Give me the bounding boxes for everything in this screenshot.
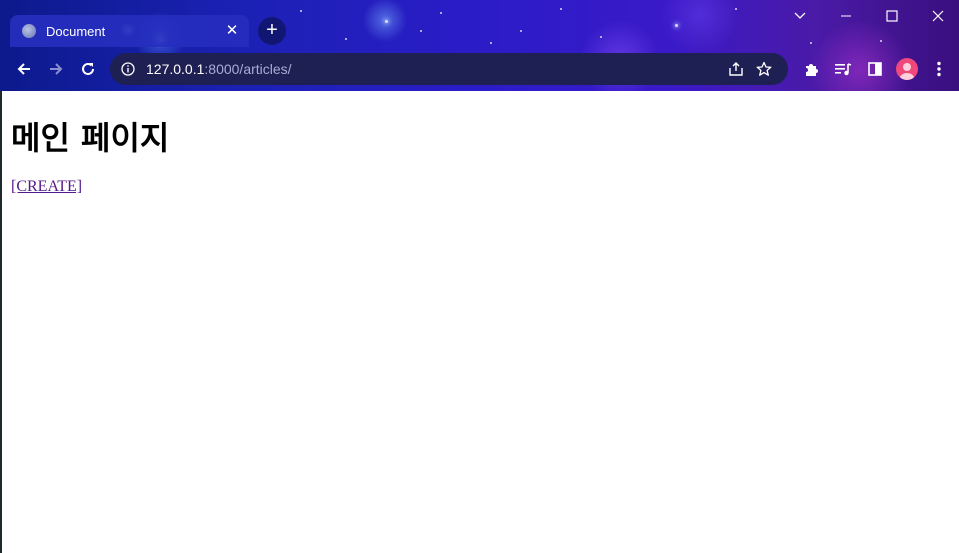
share-button[interactable] xyxy=(722,55,750,83)
back-button[interactable] xyxy=(10,55,38,83)
share-icon xyxy=(729,62,743,76)
url-path: :8000/articles/ xyxy=(204,61,292,77)
reading-list-button[interactable] xyxy=(829,55,857,83)
minimize-button[interactable] xyxy=(823,0,869,32)
star-decoration xyxy=(880,40,882,42)
close-window-button[interactable] xyxy=(915,0,959,32)
minimize-icon xyxy=(841,15,851,17)
create-link[interactable]: [CREATE] xyxy=(11,178,82,196)
browser-chrome: Document ✕ + 127.0.0.1:8000/articles/ xyxy=(0,0,959,91)
reload-button[interactable] xyxy=(74,55,102,83)
tab-search-button[interactable] xyxy=(777,0,823,32)
page-title: 메인 페이지 xyxy=(11,119,170,157)
forward-button[interactable] xyxy=(42,55,70,83)
star-decoration xyxy=(600,36,602,38)
star-decoration xyxy=(810,42,812,44)
tab-title: Document xyxy=(46,23,106,39)
profile-button[interactable] xyxy=(893,55,921,83)
extensions-icon xyxy=(806,64,818,76)
extensions-button[interactable] xyxy=(797,55,825,83)
star-decoration xyxy=(300,10,302,12)
page-content: 메인 페이지 [CREATE] xyxy=(2,91,959,553)
star-decoration xyxy=(560,8,562,10)
star-decoration xyxy=(735,8,737,10)
new-tab-button[interactable]: + xyxy=(258,17,286,45)
url-text[interactable]: 127.0.0.1:8000/articles/ xyxy=(146,61,722,77)
address-bar[interactable]: 127.0.0.1:8000/articles/ xyxy=(110,53,788,85)
reading-list-icon xyxy=(835,63,852,76)
star-decoration xyxy=(440,12,442,14)
side-panel-icon xyxy=(868,62,882,76)
close-icon xyxy=(932,10,944,22)
chevron-down-icon xyxy=(794,12,806,19)
star-icon xyxy=(756,61,772,76)
star-decoration xyxy=(385,20,388,23)
star-decoration xyxy=(520,30,522,32)
star-decoration xyxy=(675,24,678,27)
arrow-right-icon xyxy=(50,63,63,75)
browser-tab[interactable]: Document ✕ xyxy=(10,15,249,47)
avatar xyxy=(896,58,918,80)
arrow-left-icon xyxy=(17,63,30,75)
reload-icon xyxy=(82,62,94,75)
bookmark-button[interactable] xyxy=(750,55,778,83)
star-decoration xyxy=(420,30,422,32)
maximize-button[interactable] xyxy=(869,0,915,32)
url-host: 127.0.0.1 xyxy=(146,61,205,77)
info-icon[interactable] xyxy=(120,55,136,83)
more-menu-icon xyxy=(937,61,941,77)
maximize-icon xyxy=(886,10,898,22)
more-menu-button[interactable] xyxy=(925,55,953,83)
side-panel-button[interactable] xyxy=(861,55,889,83)
globe-icon xyxy=(22,24,36,38)
star-decoration xyxy=(345,38,347,40)
tab-close-icon[interactable]: ✕ xyxy=(223,22,241,40)
star-decoration xyxy=(490,42,492,44)
